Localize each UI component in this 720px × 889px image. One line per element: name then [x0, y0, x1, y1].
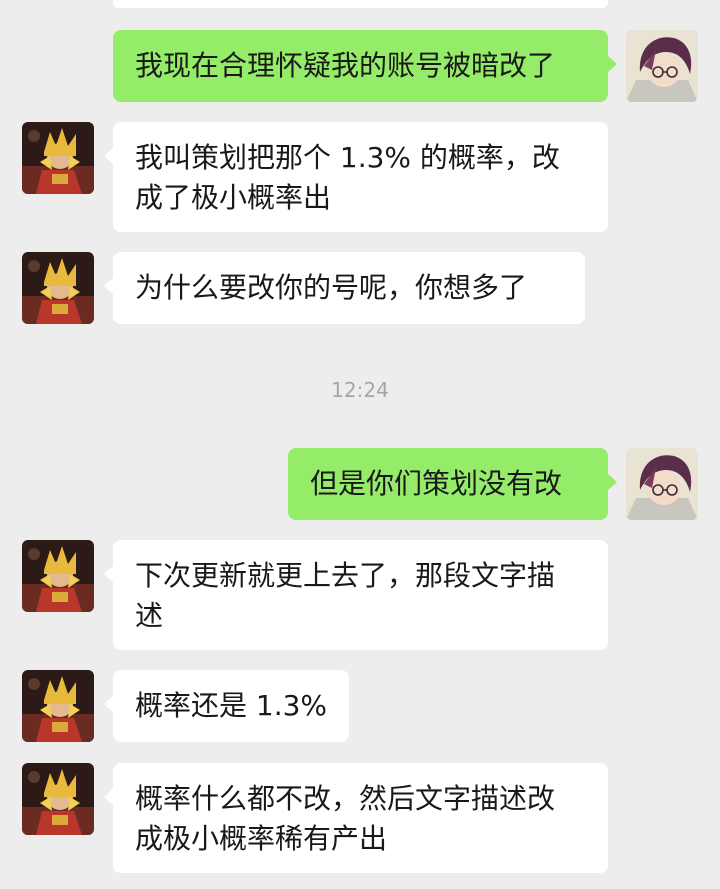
contact-avatar-icon[interactable] — [22, 540, 94, 612]
my-avatar-icon[interactable] — [626, 30, 698, 102]
message-text: 为什么要改你的号呢，你想多了 — [135, 271, 528, 304]
message-text: 我叫策划把那个 1.3% 的概率，改 — [135, 141, 560, 174]
message-text: 但是你们策划没有改 — [310, 467, 563, 500]
contact-message-bubble[interactable]: 下次更新就更上去了，那段文字描 述 — [104, 540, 608, 650]
message-text: 概率还是 1.3% — [135, 689, 328, 722]
contact-message-bubble[interactable]: 为什么要改你的号呢，你想多了 — [104, 252, 585, 324]
my-message-bubble[interactable]: 我现在合理怀疑我的账号被暗改了 — [113, 30, 617, 102]
message-timestamp: 12:24 — [331, 378, 389, 402]
contact-avatar-icon[interactable] — [22, 763, 94, 835]
my-message-bubble[interactable]: 但是你们策划没有改 — [288, 448, 617, 520]
contact-avatar-icon[interactable] — [22, 670, 94, 742]
contact-message-bubble[interactable]: 概率什么都不改，然后文字描述改 成极小概率稀有产出 — [104, 763, 608, 873]
message-text: 成了极小概率出 — [135, 181, 332, 214]
contact-avatar-icon[interactable] — [22, 252, 94, 324]
contact-avatar-icon[interactable] — [22, 122, 94, 194]
message-text: 成极小概率稀有产出 — [135, 822, 388, 855]
contact-message-bubble[interactable]: 概率还是 1.3% — [104, 670, 349, 742]
message-text: 下次更新就更上去了，那段文字描 — [135, 559, 556, 592]
message-text: 我现在合理怀疑我的账号被暗改了 — [135, 49, 556, 82]
contact-message-bubble[interactable]: 我叫策划把那个 1.3% 的概率，改 成了极小概率出 — [104, 122, 608, 232]
message-text: 述 — [135, 599, 164, 632]
previous-message-bubble — [113, 0, 608, 8]
message-text: 概率什么都不改，然后文字描述改 — [135, 782, 556, 815]
my-avatar-icon[interactable] — [626, 448, 698, 520]
